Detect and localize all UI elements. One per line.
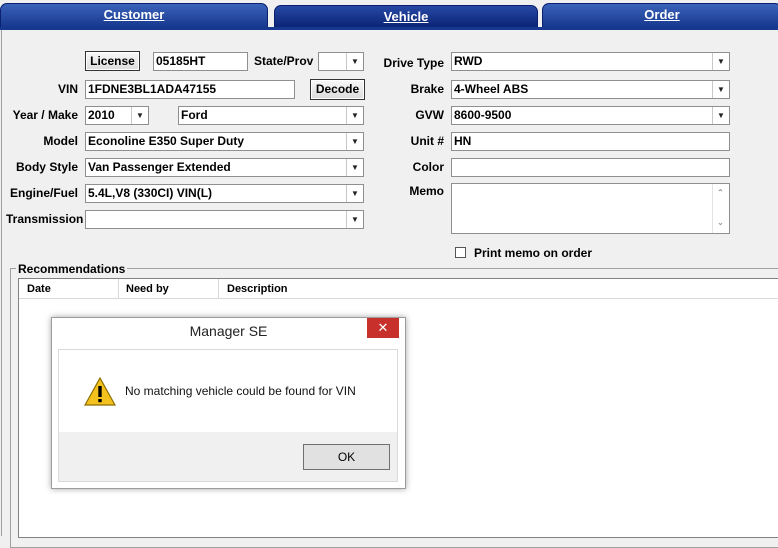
- license-button[interactable]: License: [85, 51, 140, 71]
- state-select[interactable]: ▼: [318, 52, 364, 71]
- chevron-down-icon[interactable]: ▼: [346, 211, 363, 228]
- dialog-message: No matching vehicle could be found for V…: [125, 384, 356, 398]
- memo-scrollbar[interactable]: ⌃ ⌄: [712, 184, 729, 233]
- brake-label: Brake: [410, 82, 444, 96]
- recommendations-header: Date Need by Description: [19, 279, 778, 299]
- scroll-up-icon[interactable]: ⌃: [713, 184, 728, 201]
- column-header-description[interactable]: Description: [227, 283, 288, 295]
- color-field[interactable]: [451, 158, 730, 177]
- decode-button[interactable]: Decode: [310, 79, 365, 100]
- body-style-label: Body Style: [15, 160, 78, 174]
- body-style-value: Van Passenger Extended: [88, 160, 231, 174]
- column-separator: [118, 279, 119, 299]
- year-value: 2010: [88, 108, 115, 122]
- recommendations-title: Recommendations: [16, 262, 128, 276]
- warning-icon: [84, 377, 116, 406]
- make-select[interactable]: Ford ▼: [178, 106, 364, 125]
- engine-fuel-value: 5.4L,V8 (330CI) VIN(L): [88, 186, 213, 200]
- make-value: Ford: [181, 108, 208, 122]
- close-icon: ✕: [377, 320, 389, 335]
- message-dialog: Manager SE ✕ No matching vehicle could b…: [51, 317, 406, 489]
- chevron-down-icon[interactable]: ▼: [346, 185, 363, 202]
- transmission-select[interactable]: ▼: [85, 210, 364, 229]
- unit-field[interactable]: HN: [451, 132, 730, 151]
- color-label: Color: [412, 160, 444, 174]
- tab-vehicle[interactable]: Vehicle: [274, 5, 538, 27]
- drive-type-select[interactable]: RWD ▼: [451, 52, 730, 71]
- column-header-need-by[interactable]: Need by: [126, 283, 169, 295]
- dialog-title: Manager SE: [189, 323, 268, 339]
- license-field[interactable]: 05185HT: [153, 52, 248, 71]
- engine-fuel-select[interactable]: 5.4L,V8 (330CI) VIN(L) ▼: [85, 184, 364, 203]
- print-memo-checkbox[interactable]: [455, 247, 466, 258]
- model-label: Model: [43, 134, 78, 148]
- model-value: Econoline E350 Super Duty: [88, 134, 245, 148]
- unit-label: Unit #: [410, 134, 444, 148]
- gvw-label: GVW: [415, 108, 444, 122]
- scroll-down-icon[interactable]: ⌄: [713, 214, 728, 231]
- body-style-select[interactable]: Van Passenger Extended ▼: [85, 158, 364, 177]
- model-select[interactable]: Econoline E350 Super Duty ▼: [85, 132, 364, 151]
- column-separator: [218, 279, 219, 299]
- dialog-body: No matching vehicle could be found for V…: [58, 349, 398, 482]
- drive-type-value: RWD: [454, 54, 483, 68]
- chevron-down-icon[interactable]: ▼: [712, 81, 729, 98]
- drive-type-label: Drive Type: [383, 56, 444, 70]
- chevron-down-icon[interactable]: ▼: [131, 107, 148, 124]
- chevron-down-icon[interactable]: ▼: [712, 53, 729, 70]
- brake-select[interactable]: 4-Wheel ABS ▼: [451, 80, 730, 99]
- ok-button[interactable]: OK: [303, 444, 390, 470]
- tab-order-label: Order: [644, 7, 680, 22]
- year-make-label: Year / Make: [12, 108, 78, 122]
- vin-label: VIN: [57, 82, 78, 96]
- tab-order[interactable]: Order: [542, 3, 778, 27]
- memo-textarea[interactable]: ⌃ ⌄: [451, 183, 730, 234]
- gvw-select[interactable]: 8600-9500 ▼: [451, 106, 730, 125]
- memo-label: Memo: [409, 184, 444, 198]
- print-memo-label: Print memo on order: [474, 246, 593, 260]
- close-button[interactable]: ✕: [367, 318, 399, 338]
- chevron-down-icon[interactable]: ▼: [346, 107, 363, 124]
- transmission-label: Transmission: [6, 212, 84, 226]
- chevron-down-icon[interactable]: ▼: [346, 53, 363, 70]
- year-select[interactable]: 2010 ▼: [85, 106, 149, 125]
- chevron-down-icon[interactable]: ▼: [346, 133, 363, 150]
- tab-customer[interactable]: Customer: [0, 3, 268, 27]
- state-label: State/Prov: [254, 54, 314, 68]
- engine-fuel-label: Engine/Fuel: [9, 186, 78, 200]
- brake-value: 4-Wheel ABS: [454, 82, 529, 96]
- column-header-date[interactable]: Date: [27, 283, 51, 295]
- chevron-down-icon[interactable]: ▼: [712, 107, 729, 124]
- vin-field[interactable]: 1FDNE3BL1ADA47155: [85, 80, 295, 99]
- gvw-value: 8600-9500: [454, 108, 512, 122]
- tab-vehicle-label: Vehicle: [383, 9, 429, 24]
- chevron-down-icon[interactable]: ▼: [346, 159, 363, 176]
- tab-customer-label: Customer: [103, 7, 165, 22]
